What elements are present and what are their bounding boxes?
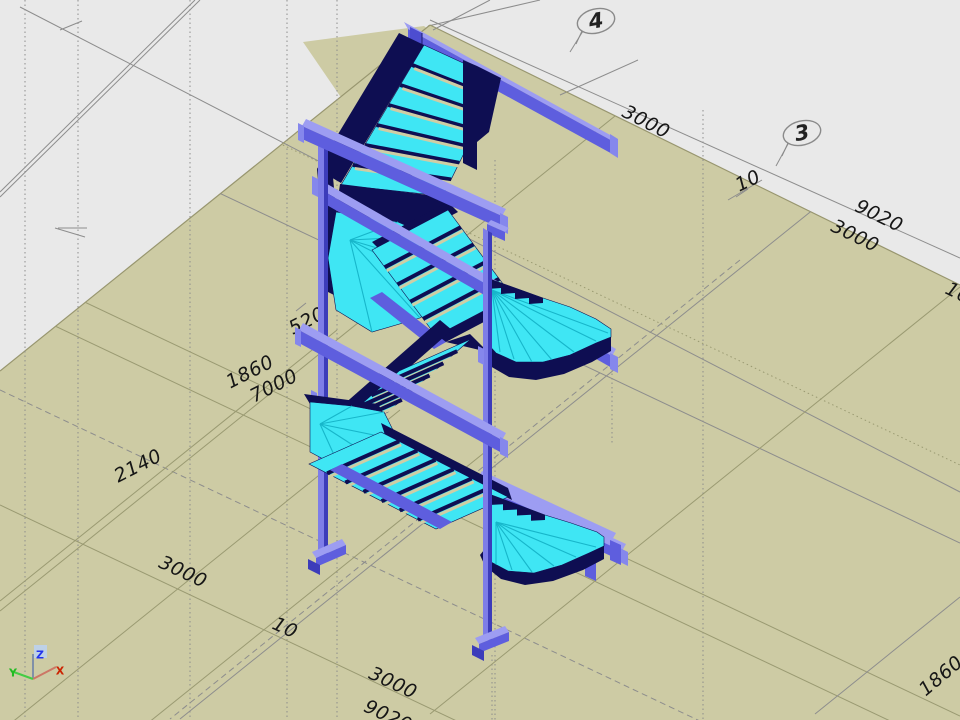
axis-y-label: Y bbox=[8, 667, 18, 680]
grid-bubble-label: 3 bbox=[793, 120, 812, 146]
axis-z-label: Z bbox=[36, 649, 44, 662]
axis-x-label: X bbox=[56, 665, 65, 678]
cad-3d-scene[interactable]: 3000109020300010520186070002140300010300… bbox=[0, 0, 960, 720]
grid-bubble-label: 4 bbox=[586, 8, 606, 34]
grid-bubble[interactable]: 3 bbox=[781, 117, 824, 156]
grid-bubble[interactable]: 4 bbox=[575, 5, 618, 44]
model-viewport[interactable]: 3000109020300010520186070002140300010300… bbox=[0, 0, 960, 720]
